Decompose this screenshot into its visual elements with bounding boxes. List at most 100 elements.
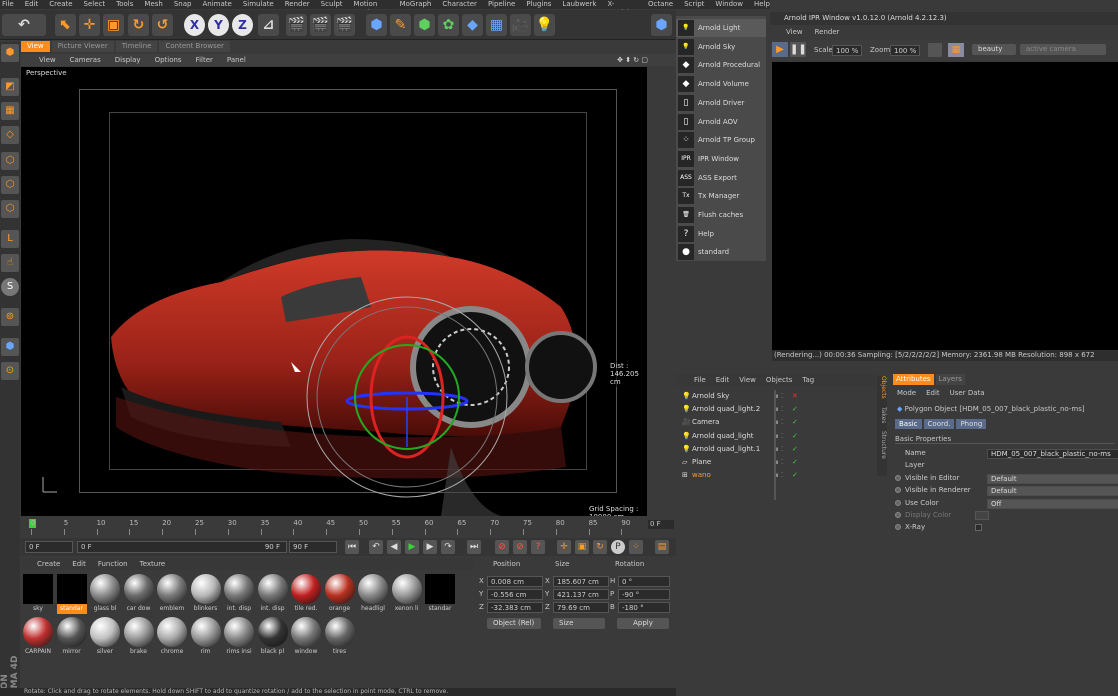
max-frame-field[interactable]: 90 F bbox=[289, 541, 337, 553]
arnold-menu-item[interactable]: ASS ASS Export bbox=[676, 169, 766, 187]
rotation-field[interactable]: -90 ° bbox=[618, 589, 670, 600]
render-view-icon[interactable]: 🎬 bbox=[286, 14, 307, 36]
side-tab-objects[interactable]: Objects bbox=[877, 376, 887, 399]
arnold-menu-item[interactable]: ⁘ Arnold TP Group bbox=[676, 131, 766, 149]
menu-render[interactable]: Render bbox=[285, 0, 310, 9]
material-swatch[interactable]: car dow bbox=[123, 574, 154, 616]
polygons-mode-icon[interactable]: ⬡ bbox=[1, 200, 19, 218]
material-swatch[interactable]: int. disp bbox=[257, 574, 288, 616]
rotation-field[interactable]: -180 ° bbox=[618, 602, 670, 613]
enabled-check-icon[interactable]: ✓ bbox=[792, 430, 798, 442]
material-menu-create[interactable]: Create bbox=[37, 558, 60, 570]
tab-view[interactable]: View bbox=[21, 41, 50, 52]
property-value[interactable]: Off bbox=[987, 498, 1118, 509]
go-to-start-icon[interactable]: ⏮ bbox=[345, 540, 359, 554]
key-scale-icon[interactable]: ▣ bbox=[575, 540, 589, 554]
menu-script[interactable]: Script bbox=[684, 0, 704, 9]
size-field[interactable]: 421.137 cm bbox=[553, 589, 609, 600]
object-row[interactable]: ▱ Plane ▪ ⁚ ✓ bbox=[682, 456, 872, 468]
material-swatch[interactable]: tires bbox=[324, 617, 355, 659]
object-row[interactable]: 💡Arnold quad_light.2 ▪ ⁚ ✓ bbox=[682, 403, 872, 415]
ipr-render-canvas[interactable] bbox=[772, 62, 1118, 350]
object-row[interactable]: 🎥Camera ▪ ⁚ ✓ bbox=[682, 416, 872, 428]
subtab-coord[interactable]: Coord. bbox=[923, 419, 955, 429]
enabled-check-icon[interactable]: ✓ bbox=[792, 443, 798, 455]
timeline-layout-icon[interactable]: ▤ bbox=[655, 540, 669, 554]
position-field[interactable]: -0.556 cm bbox=[487, 589, 543, 600]
menu-select[interactable]: Select bbox=[84, 0, 106, 9]
material-swatch[interactable]: rim bbox=[190, 617, 221, 659]
camera-icon[interactable]: 🎥 bbox=[510, 14, 531, 36]
previous-frame-icon[interactable]: ◀ bbox=[387, 540, 401, 554]
size-mode-dropdown[interactable]: Size bbox=[553, 618, 605, 629]
enabled-check-icon[interactable]: ✓ bbox=[792, 469, 798, 481]
key-pla-icon[interactable]: ⁘ bbox=[629, 540, 643, 554]
object-menu-view[interactable]: View bbox=[739, 374, 756, 386]
go-to-end-icon[interactable]: ⏭ bbox=[467, 540, 481, 554]
menu-x-particles[interactable]: X-Particles bbox=[607, 0, 637, 17]
cloner-icon[interactable]: ✿ bbox=[438, 14, 459, 36]
menu-mograph[interactable]: MoGraph bbox=[400, 0, 432, 9]
menu-tools[interactable]: Tools bbox=[116, 0, 133, 9]
material-swatch[interactable]: glass bl bbox=[90, 574, 120, 616]
cube-icon[interactable]: ⬢ bbox=[366, 14, 387, 36]
side-tab-structure[interactable]: Structure bbox=[877, 431, 887, 459]
pen-icon[interactable]: ✎ bbox=[390, 14, 411, 36]
rotation-field[interactable]: 0 ° bbox=[618, 576, 670, 587]
enabled-check-icon[interactable]: ✕ bbox=[792, 390, 798, 402]
tab-attributes[interactable]: Attributes bbox=[893, 374, 934, 385]
enabled-check-icon[interactable]: ✓ bbox=[792, 416, 798, 428]
tweak-mode-icon[interactable]: ☝ bbox=[1, 254, 19, 272]
subtab-phong[interactable]: Phong bbox=[956, 419, 987, 429]
tab-content-browser[interactable]: Content Browser bbox=[159, 41, 230, 52]
coordinate-mode-dropdown[interactable]: Object (Rel) bbox=[487, 618, 541, 629]
ipr-crop-icon[interactable] bbox=[928, 43, 942, 57]
viewport-menu-filter[interactable]: Filter bbox=[196, 54, 213, 66]
material-swatch[interactable]: tile red. bbox=[291, 574, 321, 616]
material-swatch[interactable]: black pl bbox=[257, 617, 288, 659]
menu-window[interactable]: Window bbox=[715, 0, 743, 9]
texture-mode-icon[interactable]: ▦ bbox=[1, 102, 19, 120]
key-parameter-icon[interactable]: P bbox=[611, 540, 625, 554]
menu-mesh[interactable]: Mesh bbox=[144, 0, 162, 9]
camera-dropdown[interactable]: active camera bbox=[1020, 44, 1106, 55]
menu-snap[interactable]: Snap bbox=[174, 0, 192, 9]
material-swatch[interactable]: standar bbox=[56, 574, 87, 616]
xray-checkbox[interactable] bbox=[975, 524, 982, 532]
property-value[interactable]: Default bbox=[987, 473, 1118, 484]
edges-mode-icon[interactable]: ⬡ bbox=[1, 176, 19, 194]
material-menu-texture[interactable]: Texture bbox=[140, 558, 166, 570]
menu-octane[interactable]: Octane bbox=[648, 0, 673, 9]
key-position-icon[interactable]: ✛ bbox=[557, 540, 571, 554]
arnold-menu-item[interactable]: ? Help bbox=[676, 225, 766, 243]
x-axis-button[interactable]: X bbox=[184, 14, 205, 36]
material-menu-edit[interactable]: Edit bbox=[72, 558, 86, 570]
model-mode-icon[interactable]: ◩ bbox=[1, 78, 19, 96]
tab-timeline[interactable]: Timeline bbox=[115, 41, 158, 52]
arnold-menu-item[interactable]: ▯ Arnold AOV bbox=[676, 113, 766, 131]
material-menu-function[interactable]: Function bbox=[98, 558, 128, 570]
object-row[interactable]: 💡Arnold quad_light.1 ▪ ⁚ ✓ bbox=[682, 443, 872, 455]
points-mode-icon[interactable]: ⬡ bbox=[1, 152, 19, 170]
menu-laubwerk[interactable]: Laubwerk bbox=[562, 0, 596, 9]
arnold-menu-item[interactable]: ◆ Arnold Procedural bbox=[676, 56, 766, 74]
material-swatch[interactable]: emblem bbox=[157, 574, 187, 616]
keyframe-selection-icon[interactable]: ? bbox=[531, 540, 545, 554]
viewport-menu-options[interactable]: Options bbox=[155, 54, 182, 66]
snap-icon[interactable]: S bbox=[1, 278, 19, 296]
material-swatch[interactable]: orange bbox=[324, 574, 355, 616]
next-frame-icon[interactable]: ▶ bbox=[423, 540, 437, 554]
arnold-menu-item[interactable]: ● standard bbox=[676, 243, 766, 261]
ipr-menu-view[interactable]: View bbox=[786, 26, 803, 38]
viewport-nav-icon[interactable]: ✥ ⬍ ↻ ▢ bbox=[617, 54, 648, 66]
viewport-menu-display[interactable]: Display bbox=[115, 54, 141, 66]
ipr-region-icon[interactable]: ▦ bbox=[948, 43, 964, 57]
animation-dot-icon[interactable] bbox=[895, 512, 901, 518]
arnold-menu-item[interactable]: ◆ Arnold Volume bbox=[676, 75, 766, 93]
property-value[interactable]: Default bbox=[987, 486, 1118, 497]
animation-dot-icon[interactable] bbox=[895, 487, 901, 494]
apply-button[interactable]: Apply bbox=[617, 618, 669, 629]
menu-plugins[interactable]: Plugins bbox=[526, 0, 551, 9]
material-swatch[interactable]: sky bbox=[23, 574, 53, 616]
material-swatch[interactable]: blinkers bbox=[190, 574, 221, 616]
